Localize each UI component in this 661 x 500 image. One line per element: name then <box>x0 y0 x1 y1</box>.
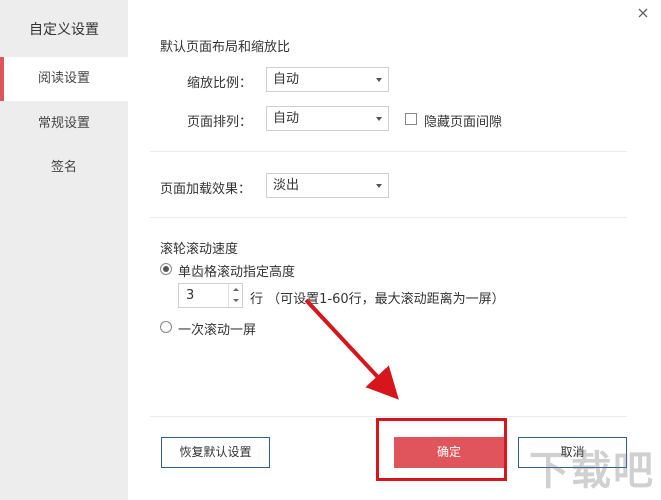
scroll-one-screen-radio[interactable] <box>160 321 172 333</box>
close-icon[interactable] <box>636 6 650 20</box>
hide-gap-label: 隐藏页面间隙 <box>424 115 503 130</box>
sidebar-item-label: 阅读设置 <box>37 71 90 86</box>
sidebar-item-signature[interactable]: 签名 <box>0 154 128 182</box>
load-effect-value: 淡出 <box>273 178 300 193</box>
chevron-down-icon[interactable] <box>229 295 242 306</box>
restore-defaults-button[interactable]: 恢复默认设置 <box>161 437 270 468</box>
scroll-one-screen-label: 一次滚动一屏 <box>178 323 257 338</box>
chevron-down-icon <box>376 184 382 188</box>
sidebar: 自定义设置 阅读设置 常规设置 签名 <box>0 0 128 500</box>
sidebar-item-reading[interactable]: 阅读设置 <box>0 57 128 101</box>
stepper-arrows <box>228 284 242 307</box>
divider <box>150 151 627 152</box>
divider <box>150 416 627 417</box>
rows-stepper[interactable]: 3 <box>178 283 243 308</box>
layout-heading: 默认页面布局和缩放比 <box>160 40 291 55</box>
arrange-select[interactable]: 自动 <box>266 106 389 131</box>
chevron-down-icon <box>376 117 382 121</box>
divider <box>150 217 627 218</box>
zoom-select-value: 自动 <box>273 72 300 87</box>
rows-hint: 行 （可设置1-60行，最大滚动距离为一屏） <box>250 292 505 307</box>
sidebar-item-label: 签名 <box>50 160 77 175</box>
active-indicator <box>0 57 4 101</box>
load-effect-select[interactable]: 淡出 <box>266 173 389 198</box>
hide-gap-checkbox[interactable] <box>405 113 417 125</box>
scroll-by-rows-label: 单齿格滚动指定高度 <box>178 265 296 280</box>
rows-stepper-value[interactable]: 3 <box>186 284 194 307</box>
sidebar-item-label: 常规设置 <box>37 116 90 131</box>
sidebar-title: 自定义设置 <box>29 22 99 38</box>
chevron-down-icon <box>376 78 382 82</box>
zoom-label: 缩放比例： <box>187 76 253 91</box>
zoom-select[interactable]: 自动 <box>266 67 389 92</box>
scroll-by-rows-radio[interactable] <box>160 263 172 275</box>
chevron-up-icon[interactable] <box>229 284 242 295</box>
arrange-label: 页面排列： <box>187 115 253 130</box>
sidebar-item-general[interactable]: 常规设置 <box>0 110 128 138</box>
scroll-heading: 滚轮滚动速度 <box>160 242 239 257</box>
arrange-select-value: 自动 <box>273 111 300 126</box>
load-effect-label: 页面加载效果： <box>160 182 252 197</box>
annotation-highlight-box <box>376 418 507 481</box>
cancel-button[interactable]: 取消 <box>518 437 627 468</box>
